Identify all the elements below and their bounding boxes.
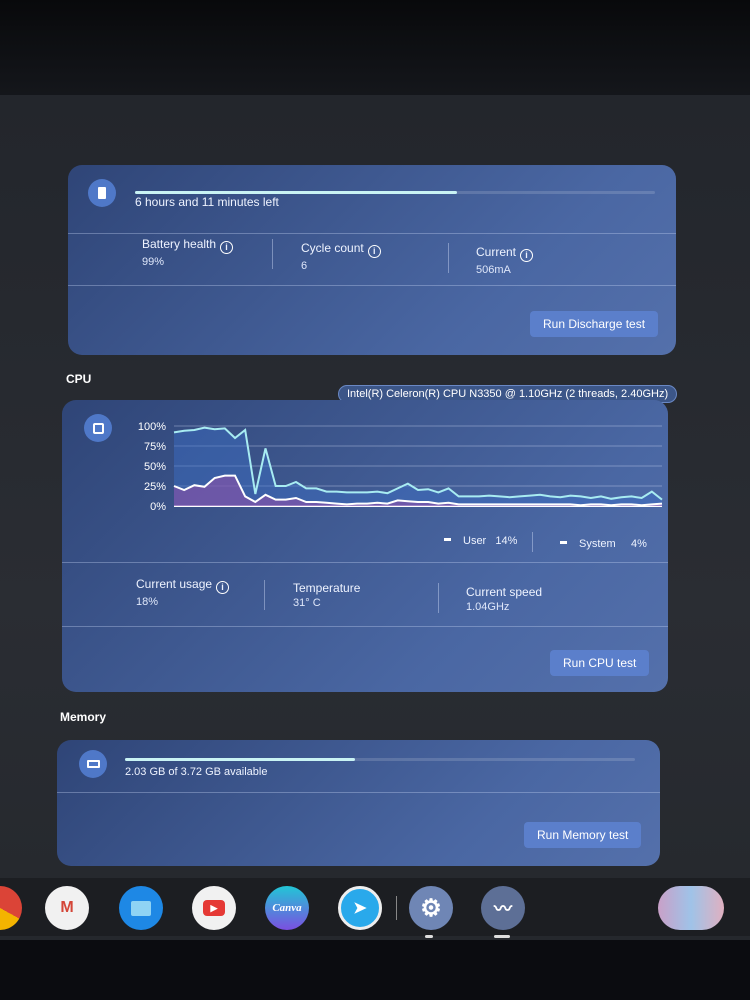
- running-indicator: [494, 935, 510, 938]
- stat-label: Battery health: [142, 237, 217, 251]
- divider: [68, 285, 676, 286]
- divider: [57, 792, 660, 793]
- memory-icon: [79, 750, 107, 778]
- y-tick-label: 75%: [144, 441, 166, 453]
- stat-value: 1.04GHz: [466, 601, 510, 613]
- youtube-icon[interactable]: ▶: [192, 886, 236, 930]
- stat-value: 18%: [136, 596, 159, 608]
- diagnostics-icon[interactable]: 〰: [481, 886, 525, 930]
- divider: [532, 532, 533, 552]
- memory-card: 2.03 GB of 3.72 GB available Run Memory …: [57, 740, 660, 866]
- divider: [264, 580, 265, 610]
- stat-label: Current: [476, 245, 517, 259]
- y-tick-label: 0%: [150, 501, 166, 513]
- legend-value: 14%: [495, 535, 518, 547]
- settings-icon[interactable]: ⚙: [409, 886, 453, 930]
- stat-value: 506mA: [476, 264, 511, 276]
- divider: [272, 239, 273, 269]
- info-icon[interactable]: i: [216, 581, 230, 594]
- cycle-count-stat: Cycle count i 6: [301, 241, 381, 272]
- legend-user: User 14%: [444, 535, 517, 547]
- current-stat: Current i 506mA: [476, 245, 534, 276]
- info-icon[interactable]: i: [220, 241, 234, 254]
- run-cpu-test-button[interactable]: Run CPU test: [550, 650, 650, 676]
- battery-charge-bar: [135, 191, 655, 194]
- stat-value: 6: [301, 260, 308, 272]
- divider: [448, 243, 449, 273]
- temperature-stat: Temperature 31° C: [293, 581, 360, 609]
- divider: [62, 562, 668, 563]
- legend-label: User: [463, 535, 487, 547]
- gmail-icon[interactable]: M: [45, 886, 89, 930]
- shelf-divider: [396, 896, 397, 920]
- memory-section-title: Memory: [60, 710, 107, 724]
- battery-card: 6 hours and 11 minutes left Battery heal…: [68, 165, 676, 355]
- run-memory-test-button[interactable]: Run Memory test: [524, 822, 642, 848]
- telegram-icon[interactable]: ➤: [338, 886, 382, 930]
- cpu-card: 100% 75% 50% 25% 0% User 14% System 4% Curre…: [62, 400, 668, 692]
- battery-time-left: 6 hours and 11 minutes left: [135, 195, 279, 209]
- memory-usage-text: 2.03 GB of 3.72 GB available: [125, 766, 268, 778]
- info-icon[interactable]: i: [367, 245, 381, 258]
- y-tick-label: 50%: [144, 461, 166, 473]
- battery-icon: [88, 179, 116, 207]
- y-tick-label: 100%: [138, 421, 166, 433]
- stat-value: 99%: [142, 256, 165, 268]
- current-speed-stat: Current speed 1.04GHz: [466, 585, 542, 613]
- stat-label: Temperature: [293, 581, 361, 595]
- cpu-section-title: CPU: [66, 372, 92, 386]
- battery-health-stat: Battery health i 99%: [142, 237, 234, 268]
- legend-value: 4%: [630, 538, 647, 550]
- files-icon[interactable]: [119, 886, 163, 930]
- legend-label: System: [579, 538, 616, 550]
- info-icon[interactable]: i: [520, 249, 534, 262]
- divider: [68, 233, 676, 234]
- screen-bezel: [0, 0, 750, 100]
- y-tick-label: 25%: [144, 481, 166, 493]
- legend-system: System 4%: [560, 538, 647, 550]
- divider: [438, 583, 439, 613]
- memory-usage-bar: [125, 758, 635, 761]
- user-avatar[interactable]: [658, 886, 724, 930]
- divider: [62, 626, 668, 627]
- stat-value: 31° C: [293, 597, 321, 609]
- run-discharge-test-button[interactable]: Run Discharge test: [530, 311, 659, 337]
- stat-label: Current speed: [466, 585, 543, 599]
- stat-label: Cycle count: [301, 241, 364, 255]
- canva-icon[interactable]: Canva: [265, 886, 309, 930]
- running-indicator: [425, 935, 433, 938]
- stat-label: Current usage: [136, 577, 213, 591]
- current-usage-stat: Current usage i 18%: [136, 577, 230, 608]
- cpu-usage-chart: 100% 75% 50% 25% 0%: [138, 421, 663, 513]
